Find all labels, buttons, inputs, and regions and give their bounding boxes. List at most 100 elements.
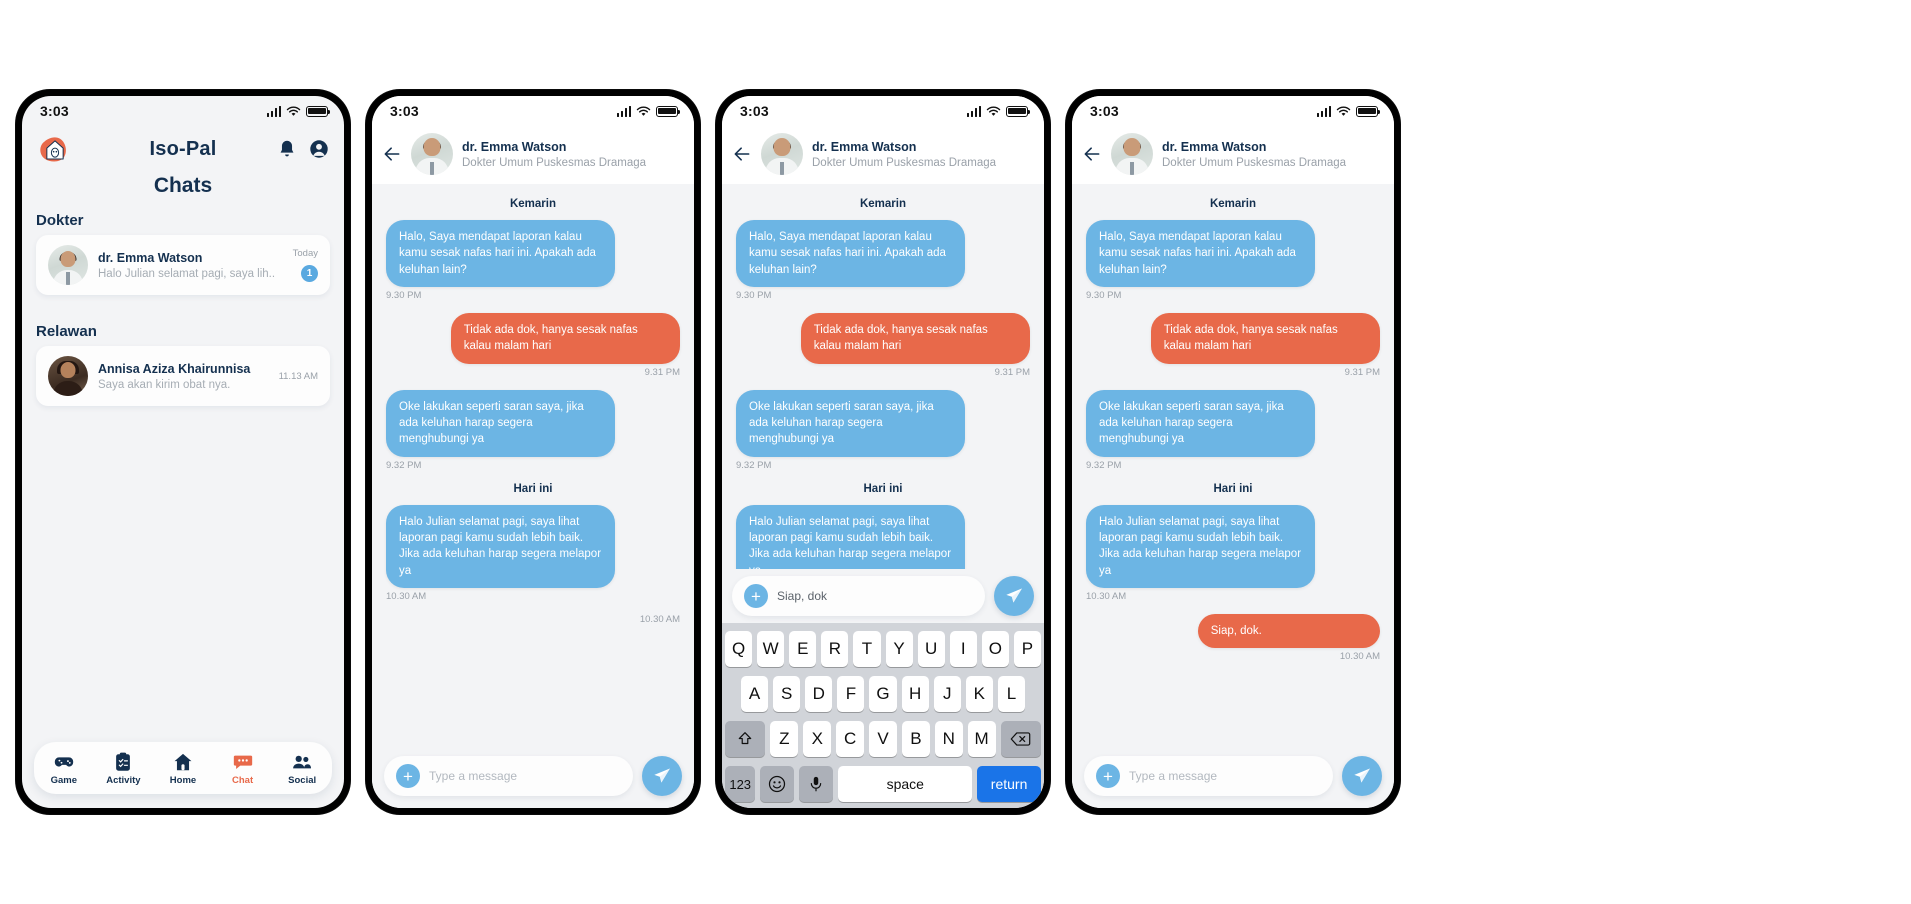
conversation-name: dr. Emma Watson: [1162, 139, 1267, 154]
message-thread[interactable]: Kemarin Halo, Saya mendapat laporan kala…: [1072, 184, 1394, 748]
bottom-navigation: Game Activity Home Chat Social: [34, 742, 332, 794]
chat-list-item-relawan[interactable]: Annisa Aziza Khairunnisa Saya akan kirim…: [36, 346, 330, 406]
key-w[interactable]: W: [757, 631, 785, 667]
key-s[interactable]: S: [773, 676, 801, 712]
send-button[interactable]: [994, 576, 1034, 616]
back-arrow-icon[interactable]: [1082, 144, 1102, 164]
status-time: 3:03: [740, 103, 769, 119]
notification-bell-icon[interactable]: [276, 138, 298, 160]
day-separator-yesterday: Kemarin: [1209, 198, 1257, 210]
conversation-identity: dr. Emma Watson Dokter Umum Puskesmas Dr…: [462, 140, 646, 169]
keyboard-row-3: Z X C V B N M: [725, 721, 1041, 757]
chat-item-name: dr. Emma Watson: [98, 250, 203, 265]
nav-item-home[interactable]: Home: [157, 751, 209, 786]
message-input-placeholder: Type a message: [1129, 769, 1218, 783]
battery-full-icon: [656, 105, 681, 117]
send-button[interactable]: [642, 756, 682, 796]
plus-icon[interactable]: +: [1096, 764, 1120, 788]
key-u[interactable]: U: [917, 631, 945, 667]
emoji-smiley-icon: [769, 775, 786, 793]
chat-item-right: 11.13 AM: [279, 371, 318, 382]
phone-frame-keyboard: 3:03 dr. Emma Watson Dokter Umum Puskesm…: [716, 90, 1050, 814]
page-title: Chats: [153, 174, 213, 197]
backspace-key[interactable]: [1000, 721, 1041, 757]
space-key[interactable]: space: [838, 766, 973, 802]
key-i[interactable]: I: [949, 631, 977, 667]
chat-item-name: Annisa Aziza Khairunnisa: [98, 361, 251, 376]
back-arrow-icon[interactable]: [732, 144, 752, 164]
key-l[interactable]: L: [997, 676, 1025, 712]
nav-item-activity[interactable]: Activity: [97, 751, 149, 786]
key-v[interactable]: V: [869, 721, 897, 757]
key-z[interactable]: Z: [770, 721, 799, 757]
clipboard-checklist-icon: [116, 752, 131, 771]
message-bubble-outgoing: Tidak ada dok, hanya sesak nafas kalau m…: [800, 312, 1030, 364]
cellular-signal-icon: [266, 105, 281, 117]
day-separator-yesterday: Kemarin: [509, 198, 557, 210]
message-timestamp: 9.32 PM: [1086, 459, 1122, 471]
key-m[interactable]: M: [967, 721, 996, 757]
status-time: 3:03: [1090, 103, 1119, 119]
keyboard-row-2: A S D F G H J K L: [725, 676, 1041, 712]
message-row: Halo, Saya mendapat laporan kalau kamu s…: [736, 220, 1030, 287]
message-input-pill[interactable]: + Type a message: [384, 756, 633, 796]
user-account-icon[interactable]: [308, 138, 330, 160]
message-timestamp: 10.30 AM: [1086, 590, 1127, 602]
key-n[interactable]: N: [934, 721, 963, 757]
key-j[interactable]: J: [933, 676, 961, 712]
emoji-key[interactable]: [760, 766, 795, 802]
message-input-pill[interactable]: + Siap, dok: [732, 576, 985, 616]
backspace-delete-icon: [1010, 732, 1031, 746]
nav-item-social[interactable]: Social: [276, 751, 328, 786]
key-p[interactable]: P: [1013, 631, 1041, 667]
numeric-key[interactable]: 123: [725, 766, 756, 802]
message-row: Tidak ada dok, hanya sesak nafas kalau m…: [736, 312, 1030, 364]
shift-key[interactable]: [725, 721, 766, 757]
key-h[interactable]: H: [901, 676, 929, 712]
key-g[interactable]: G: [869, 676, 897, 712]
message-input-pill[interactable]: + Type a message: [1084, 756, 1333, 796]
send-paper-plane-icon: [1354, 768, 1370, 783]
nav-item-chat[interactable]: Chat: [217, 751, 269, 786]
return-key[interactable]: return: [977, 766, 1042, 802]
key-y[interactable]: Y: [885, 631, 913, 667]
plus-icon[interactable]: +: [744, 584, 768, 608]
battery-full-icon: [1356, 105, 1381, 117]
nav-item-game[interactable]: Game: [38, 751, 90, 786]
message-row: Halo Julian selamat pagi, saya lihat lap…: [1086, 504, 1380, 588]
conversation-subtitle: Dokter Umum Puskesmas Dramaga: [1162, 156, 1347, 169]
screen-chat-list: 3:03 Iso-Pal Chats Dokter dr. Emma Watso…: [22, 96, 344, 808]
key-q[interactable]: Q: [725, 631, 753, 667]
chat-list-item-dokter[interactable]: dr. Emma Watson Halo Julian selamat pagi…: [36, 235, 330, 295]
key-o[interactable]: O: [981, 631, 1009, 667]
key-f[interactable]: F: [837, 676, 865, 712]
status-icons: [616, 105, 681, 117]
screen-conversation-keyboard: 3:03 dr. Emma Watson Dokter Umum Puskesm…: [722, 96, 1044, 808]
key-d[interactable]: D: [805, 676, 833, 712]
key-k[interactable]: K: [965, 676, 993, 712]
message-timestamp: 10.30 AM: [386, 590, 427, 602]
dictation-key[interactable]: [799, 766, 834, 802]
status-icons: [266, 105, 331, 117]
key-b[interactable]: B: [901, 721, 930, 757]
message-composer: + Type a message: [1072, 748, 1394, 808]
message-thread[interactable]: Kemarin Halo, Saya mendapat laporan kala…: [372, 184, 694, 748]
message-thread[interactable]: Kemarin Halo, Saya mendapat laporan kala…: [722, 184, 1044, 569]
message-bubble-incoming: Oke lakukan seperti saran saya, jika ada…: [736, 389, 966, 457]
back-arrow-icon[interactable]: [382, 144, 402, 164]
plus-icon[interactable]: +: [396, 764, 420, 788]
wifi-icon: [636, 106, 651, 116]
screenshot-stage: 3:03 Iso-Pal Chats Dokter dr. Emma Watso…: [0, 0, 1911, 904]
key-a[interactable]: A: [741, 676, 769, 712]
key-e[interactable]: E: [789, 631, 817, 667]
key-r[interactable]: R: [821, 631, 849, 667]
key-t[interactable]: T: [853, 631, 881, 667]
key-x[interactable]: X: [803, 721, 832, 757]
key-c[interactable]: C: [836, 721, 865, 757]
send-button[interactable]: [1342, 756, 1382, 796]
message-timestamp: 9.31 PM: [644, 366, 680, 378]
message-timestamp: 9.30 PM: [386, 289, 422, 301]
message-input-value: Siap, dok: [777, 589, 828, 603]
onscreen-keyboard: Q W E R T Y U I O P A S D F G H J K L Z …: [722, 623, 1044, 808]
